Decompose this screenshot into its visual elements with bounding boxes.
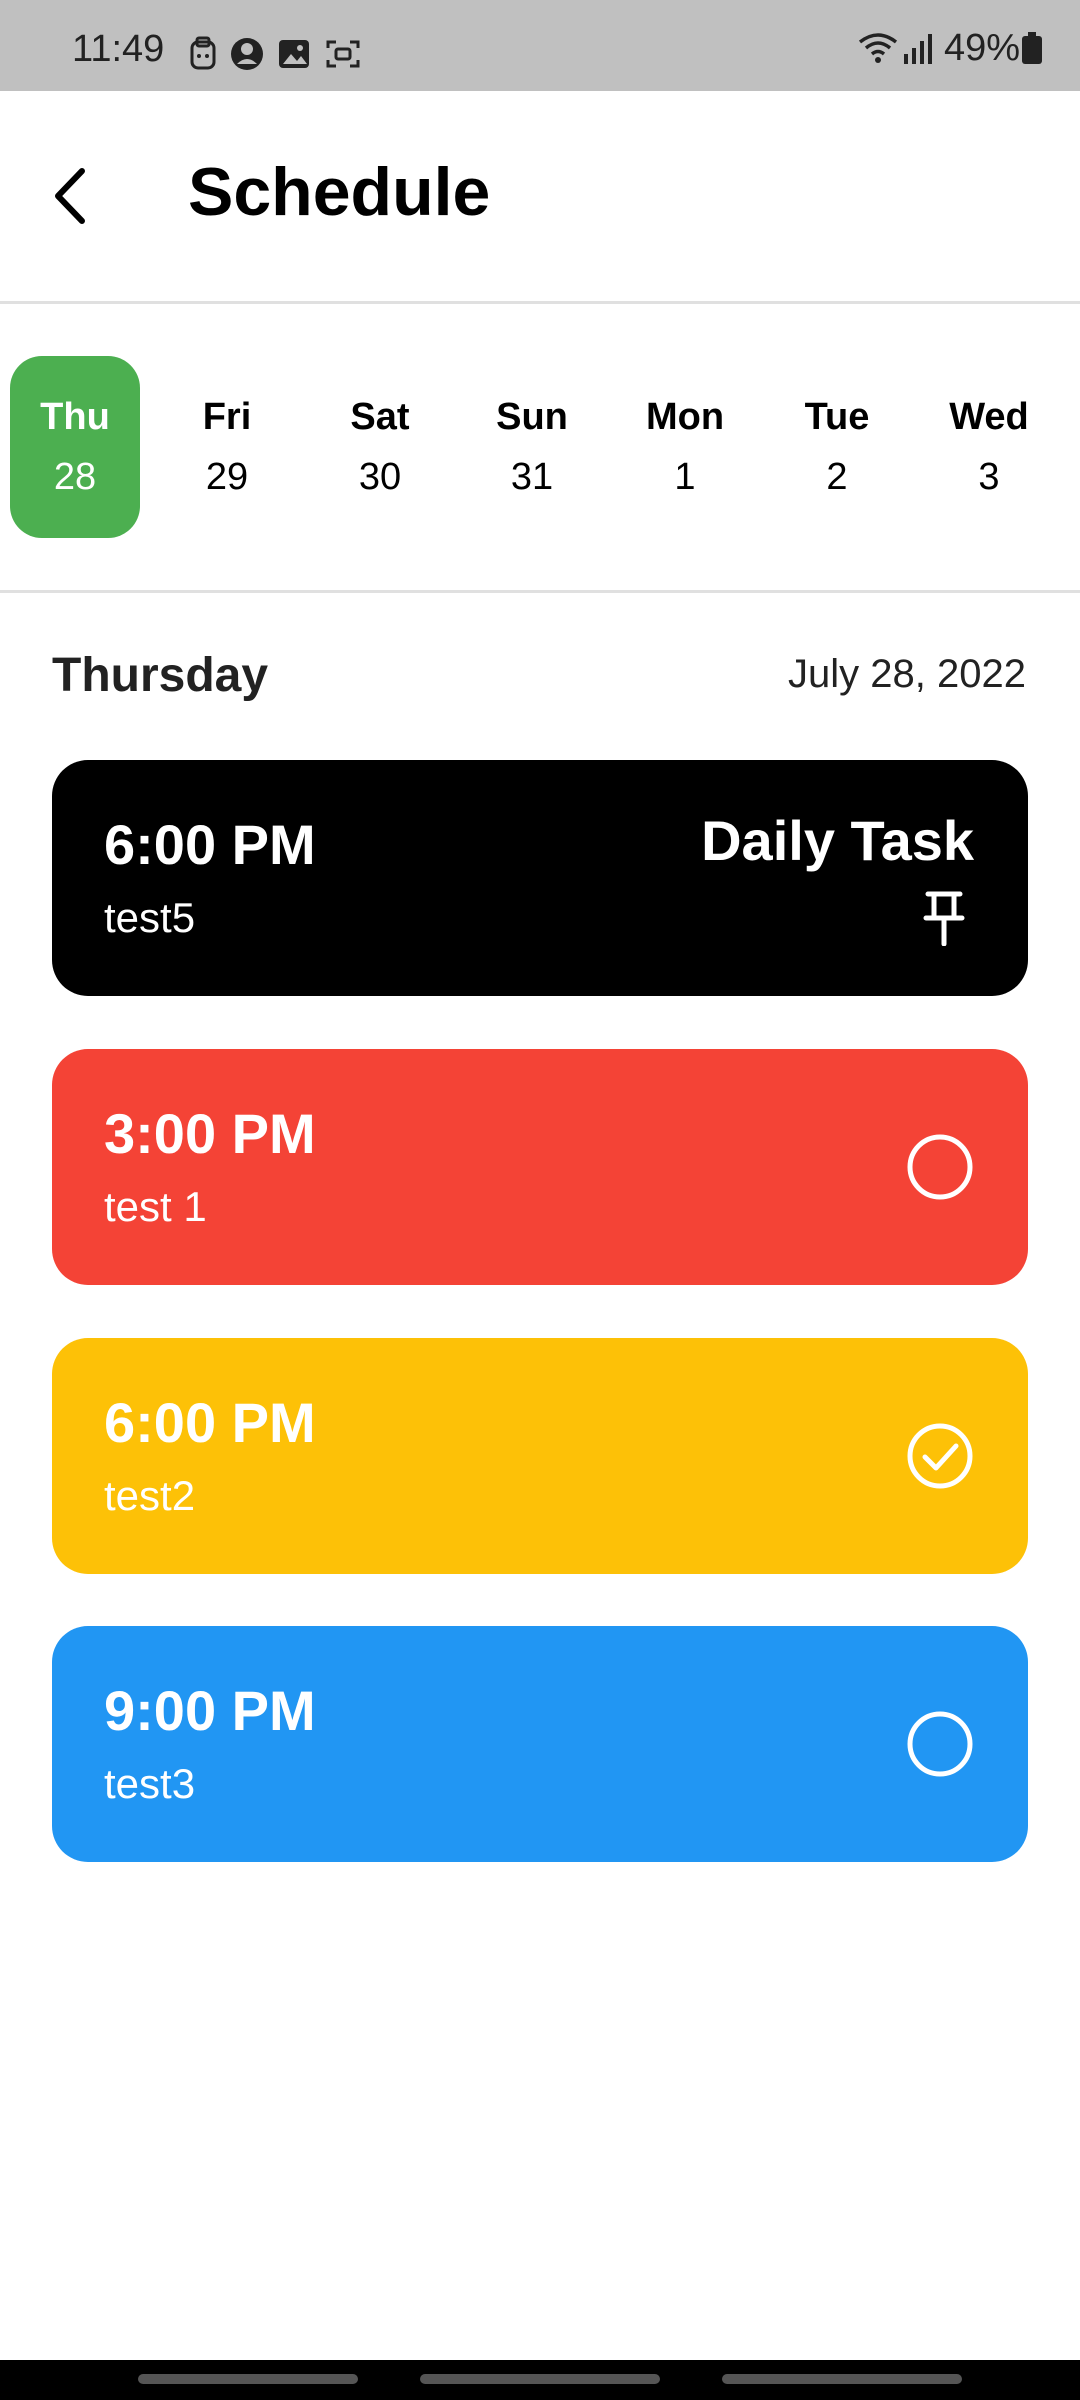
day-name: Sun <box>496 396 568 438</box>
day-name: Tue <box>804 396 870 438</box>
screen-capture-icon <box>326 40 360 68</box>
back-arrow-icon <box>55 168 85 224</box>
day-tue[interactable]: Tue 2 <box>772 356 902 538</box>
day-thu[interactable]: Thu 28 <box>10 356 140 538</box>
signal-icon <box>903 34 932 64</box>
day-name: Fri <box>202 396 252 438</box>
day-number: 30 <box>358 456 402 498</box>
app-bar: Schedule <box>0 91 1080 301</box>
day-number: 3 <box>978 456 1000 498</box>
circle-check-icon[interactable] <box>904 1420 976 1492</box>
wifi-icon <box>858 33 898 63</box>
circle-unchecked-icon[interactable] <box>904 1131 976 1203</box>
day-name: Wed <box>949 396 1029 438</box>
day-sat[interactable]: Sat 30 <box>315 356 445 538</box>
task-name: test 1 <box>104 1183 207 1230</box>
selected-day-name: Thursday <box>52 649 269 702</box>
back-button[interactable] <box>44 161 104 231</box>
days-divider <box>0 590 1080 593</box>
task-name: test5 <box>104 894 196 941</box>
pin-icon[interactable] <box>922 890 966 946</box>
circle-unchecked-icon[interactable] <box>904 1708 976 1780</box>
status-right-icons: 49% <box>856 26 1044 69</box>
account-icon <box>231 38 263 70</box>
day-number: 1 <box>674 456 696 498</box>
home-handle[interactable] <box>420 2374 660 2384</box>
battery-icon <box>1022 32 1042 64</box>
selected-date: July 28, 2022 <box>788 652 1026 696</box>
task-time: 6:00 PM <box>104 813 316 876</box>
task-card[interactable]: 3:00 PM test 1 <box>52 1049 1028 1285</box>
task-name: test3 <box>104 1760 196 1807</box>
day-name: Mon <box>645 396 725 438</box>
day-mon[interactable]: Mon 1 <box>620 356 750 538</box>
clipboard-icon <box>190 36 216 70</box>
status-bar: 11:49 49% <box>0 0 1080 91</box>
task-card-daily[interactable]: 6:00 PM test5 Daily Task <box>52 760 1028 996</box>
page-title: Schedule <box>188 154 491 230</box>
day-sun[interactable]: Sun 31 <box>467 356 597 538</box>
day-name: Thu <box>40 396 110 438</box>
day-number: 31 <box>510 456 554 498</box>
task-time: 6:00 PM <box>104 1391 316 1454</box>
navigation-bar <box>0 2360 1080 2400</box>
status-time: 11:49 <box>72 28 165 70</box>
day-wed[interactable]: Wed 3 <box>924 356 1054 538</box>
day-number: 29 <box>205 456 249 498</box>
task-name: test2 <box>104 1472 196 1519</box>
task-time: 9:00 PM <box>104 1679 316 1742</box>
battery-percent: 49% <box>943 26 1020 69</box>
task-time: 3:00 PM <box>104 1102 316 1165</box>
task-card[interactable]: 6:00 PM test2 <box>52 1338 1028 1574</box>
task-tag: Daily Task <box>701 809 974 872</box>
day-number: 2 <box>826 456 848 498</box>
day-name: Sat <box>350 396 410 438</box>
back-handle[interactable] <box>722 2374 962 2384</box>
day-number: 28 <box>53 456 97 498</box>
gallery-icon <box>279 40 309 68</box>
day-fri[interactable]: Fri 29 <box>162 356 292 538</box>
task-card[interactable]: 9:00 PM test3 <box>52 1626 1028 1862</box>
header-divider <box>0 301 1080 304</box>
recents-handle[interactable] <box>138 2374 358 2384</box>
